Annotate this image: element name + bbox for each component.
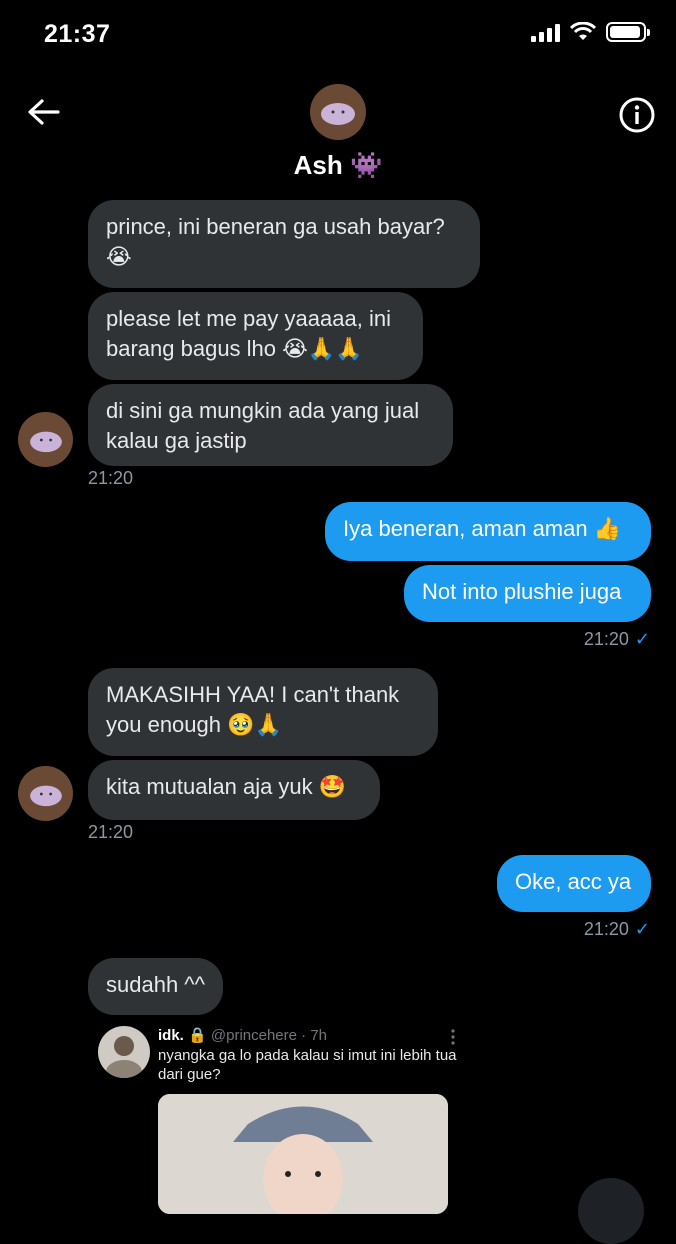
plush-avatar-icon [321,103,355,125]
person-photo-icon [158,1094,448,1214]
message-timestamp: 21:20 [583,919,629,939]
message-incoming[interactable]: kita mutualan aja yuk 🤩 [88,760,380,820]
message-text: Iya beneran, aman aman 👍 [343,516,622,541]
tweet-header: idk. 🔒 @princehere · 7h [158,1026,327,1044]
battery-icon [606,22,650,42]
back-button[interactable] [24,94,64,134]
message-incoming[interactable]: prince, ini beneran ga usah bayar? 😭 [88,200,480,288]
message-outgoing[interactable]: Iya beneran, aman aman 👍 [325,502,651,561]
contact-avatar[interactable] [310,84,366,140]
tweet-time: · 7h [301,1027,328,1044]
sender-avatar[interactable] [18,412,73,467]
info-button[interactable] [618,96,656,134]
check-icon: ✓ [634,629,650,649]
message-text: MAKASIHH YAA! I can't thank you enough 🥹… [106,682,400,737]
tweet-text: nyangka ga lo pada kalau si imut ini leb… [158,1047,457,1083]
tweet-photo[interactable] [158,1094,448,1214]
scroll-down-button[interactable] [578,1178,644,1244]
arrow-left-icon [28,99,60,125]
status-time: 21:37 [44,20,111,48]
check-icon: ✓ [634,919,650,939]
tweet-more-button[interactable] [446,1028,460,1046]
sender-avatar[interactable] [18,766,73,821]
tweet-author-name: idk. [158,1027,184,1044]
message-outgoing[interactable]: Not into plushie juga [404,565,651,622]
tweet-author-avatar[interactable] [98,1026,150,1078]
message-incoming[interactable]: MAKASIHH YAA! I can't thank you enough 🥹… [88,668,438,756]
message-text: di sini ga mungkin ada yang jual kalau g… [106,398,420,453]
message-text: Oke, acc ya [515,869,632,894]
message-timestamp: 21:20 [88,822,134,842]
signal-icon [531,22,560,42]
message-text: kita mutualan aja yuk 🤩 [106,774,347,799]
message-incoming[interactable]: di sini ga mungkin ada yang jual kalau g… [88,384,453,466]
contact-name: Ash 👾 [293,150,383,180]
message-text: prince, ini beneran ga usah bayar? 😭 [106,214,445,269]
shared-tweet-card[interactable]: idk. 🔒 @princehere · 7h nyangka ga lo pa… [88,1016,468,1214]
wifi-icon [570,22,596,40]
message-text: please let me pay yaaaaa, ini barang bag… [106,306,391,361]
message-status: 21:20 ✓ [584,919,650,940]
more-vertical-icon [451,1029,455,1045]
message-text: Not into plushie juga [422,579,622,604]
message-incoming[interactable]: sudahh ^^ [88,958,223,1015]
info-icon [619,97,655,133]
tweet-handle: @princehere [210,1027,297,1044]
plush-avatar-icon [29,785,62,806]
person-avatar-icon [106,1036,142,1078]
message-incoming[interactable]: please let me pay yaaaaa, ini barang bag… [88,292,423,380]
status-icons [531,22,650,42]
message-timestamp: 21:20 [88,468,134,488]
message-outgoing[interactable]: Oke, acc ya [497,855,651,912]
message-timestamp: 21:20 [583,629,629,649]
message-text: sudahh ^^ [106,972,205,997]
lock-icon: 🔒 [188,1027,207,1044]
message-status: 21:20 ✓ [584,629,650,650]
plush-avatar-icon [29,431,62,452]
